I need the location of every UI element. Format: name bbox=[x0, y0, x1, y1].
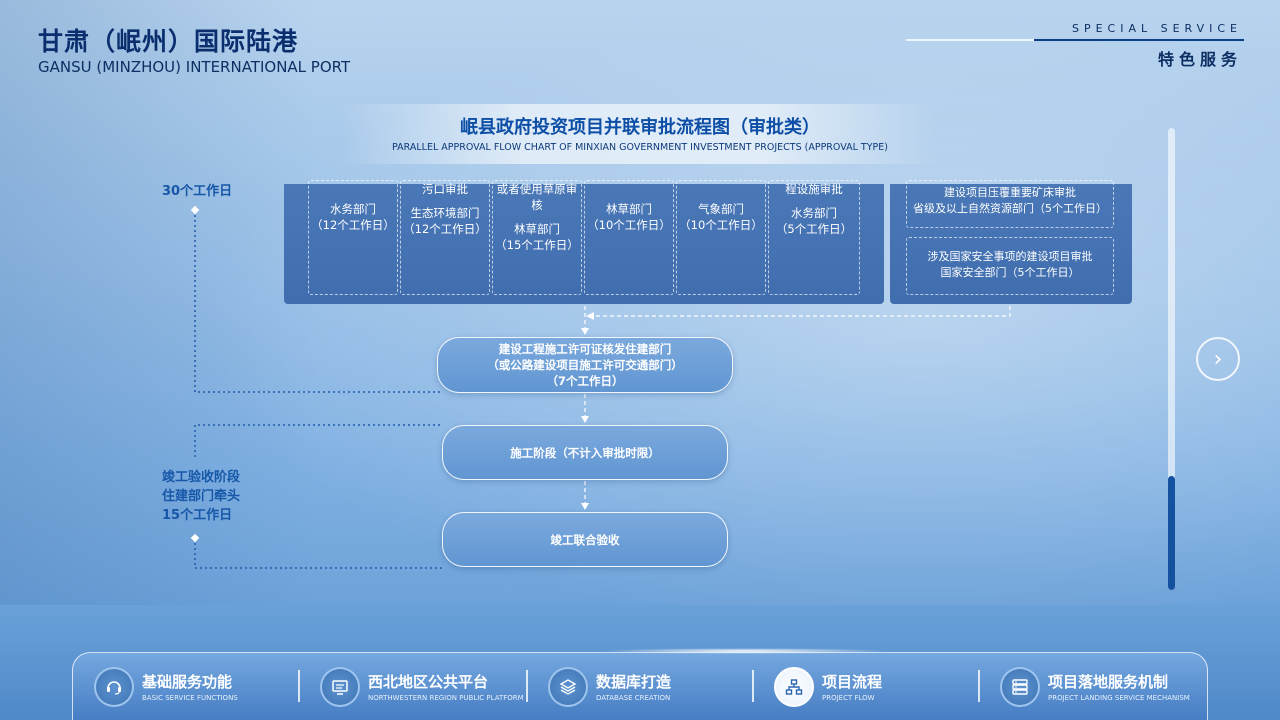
nav-item-basic-services[interactable]: 基础服务功能 BASIC SERVICE FUNCTIONS bbox=[94, 663, 294, 713]
approval-cell-mineral: 建设项目压覆重要矿床审批 省级及以上自然资源部门（5个工作日） bbox=[906, 180, 1114, 228]
approval-cell: 气象部门 （10个工作日） bbox=[676, 180, 766, 295]
completion-days-label: 15个工作日 bbox=[162, 508, 233, 523]
flow-step-construction-phase[interactable]: 施工阶段（不计入审批时限） bbox=[442, 425, 728, 480]
flow-step-joint-acceptance[interactable]: 竣工联合验收 bbox=[442, 512, 728, 567]
completion-lead-label: 住建部门牵头 bbox=[162, 489, 241, 504]
timeline-label-30-days: 30个工作日 bbox=[162, 184, 233, 199]
nav-sublabel: PROJECT LANDING SERVICE MECHANISM bbox=[1048, 694, 1190, 702]
approval-cell: 或者使用草原审 核 林草部门 （15个工作日） bbox=[492, 180, 582, 295]
nav-sublabel: BASIC SERVICE FUNCTIONS bbox=[142, 694, 238, 702]
nav-item-database[interactable]: 数据库打造 DATABASE CREATION bbox=[548, 663, 748, 713]
approval-panel-right: 建设项目压覆重要矿床审批 省级及以上自然资源部门（5个工作日） 涉及国家安全事项… bbox=[890, 180, 1132, 304]
approval-cell: 程设施审批 水务部门 （5个工作日） bbox=[768, 180, 860, 295]
nav-label: 西北地区公共平台 bbox=[368, 673, 489, 691]
permit-line-1: 建设工程施工许可证核发住建部门 bbox=[498, 342, 672, 356]
next-button[interactable]: › bbox=[1196, 337, 1240, 381]
nav-sublabel: DATABASE CREATION bbox=[596, 694, 671, 702]
nav-sublabel: NORTHWESTERN REGION PUBLIC PLATFORM bbox=[368, 694, 524, 702]
server-icon bbox=[1000, 667, 1040, 707]
headset-icon bbox=[94, 667, 134, 707]
nav-label: 数据库打造 bbox=[596, 673, 672, 691]
approval-cell: 林草部门 （10个工作日） bbox=[584, 180, 674, 295]
nav-sublabel: PROJECT FLOW bbox=[822, 694, 875, 702]
nav-label: 项目落地服务机制 bbox=[1048, 673, 1169, 691]
completion-stage-label: 竣工验收阶段 bbox=[162, 470, 241, 485]
chevron-right-icon: › bbox=[1213, 346, 1223, 372]
flow-step-construction-permit[interactable]: 建设工程施工许可证核发住建部门 （或公路建设项目施工许可交通部门） （7个工作日… bbox=[437, 337, 733, 393]
nav-item-project-flow[interactable]: 项目流程 PROJECT FLOW bbox=[774, 663, 974, 713]
nav-separator bbox=[298, 670, 300, 702]
nav-label: 基础服务功能 bbox=[142, 673, 233, 691]
timeline-label-completion: 竣工验收阶段 住建部门牵头 15个工作日 bbox=[162, 468, 240, 525]
nav-separator bbox=[526, 670, 528, 702]
approval-cell: 污口审批 生态环境部门 （12个工作日） bbox=[400, 180, 490, 295]
scrollbar-thumb[interactable] bbox=[1168, 476, 1175, 590]
nav-separator bbox=[752, 670, 754, 702]
joint-acceptance-label: 竣工联合验收 bbox=[550, 532, 620, 547]
nav-separator bbox=[978, 670, 980, 702]
monitor-icon bbox=[320, 667, 360, 707]
approval-panel-left: 水务部门 （12个工作日） 污口审批 生态环境部门 （12个工作日） 或者使用草… bbox=[284, 180, 884, 304]
approval-cell: 水务部门 （12个工作日） bbox=[308, 180, 398, 295]
nav-label: 项目流程 bbox=[822, 673, 883, 691]
nav-item-public-platform[interactable]: 西北地区公共平台 NORTHWESTERN REGION PUBLIC PLAT… bbox=[320, 663, 530, 713]
permit-line-2: （或公路建设项目施工许可交通部门） bbox=[487, 358, 683, 372]
active-tab-glow bbox=[600, 648, 890, 654]
permit-line-3: （7个工作日） bbox=[546, 374, 624, 388]
construction-phase-label: 施工阶段（不计入审批时限） bbox=[510, 445, 660, 460]
nav-item-landing-mechanism[interactable]: 项目落地服务机制 PROJECT LANDING SERVICE MECHANI… bbox=[1000, 663, 1200, 713]
approval-cell-security: 涉及国家安全事项的建设项目审批 国家安全部门（5个工作日） bbox=[906, 237, 1114, 295]
hierarchy-icon bbox=[774, 667, 814, 707]
layers-icon bbox=[548, 667, 588, 707]
